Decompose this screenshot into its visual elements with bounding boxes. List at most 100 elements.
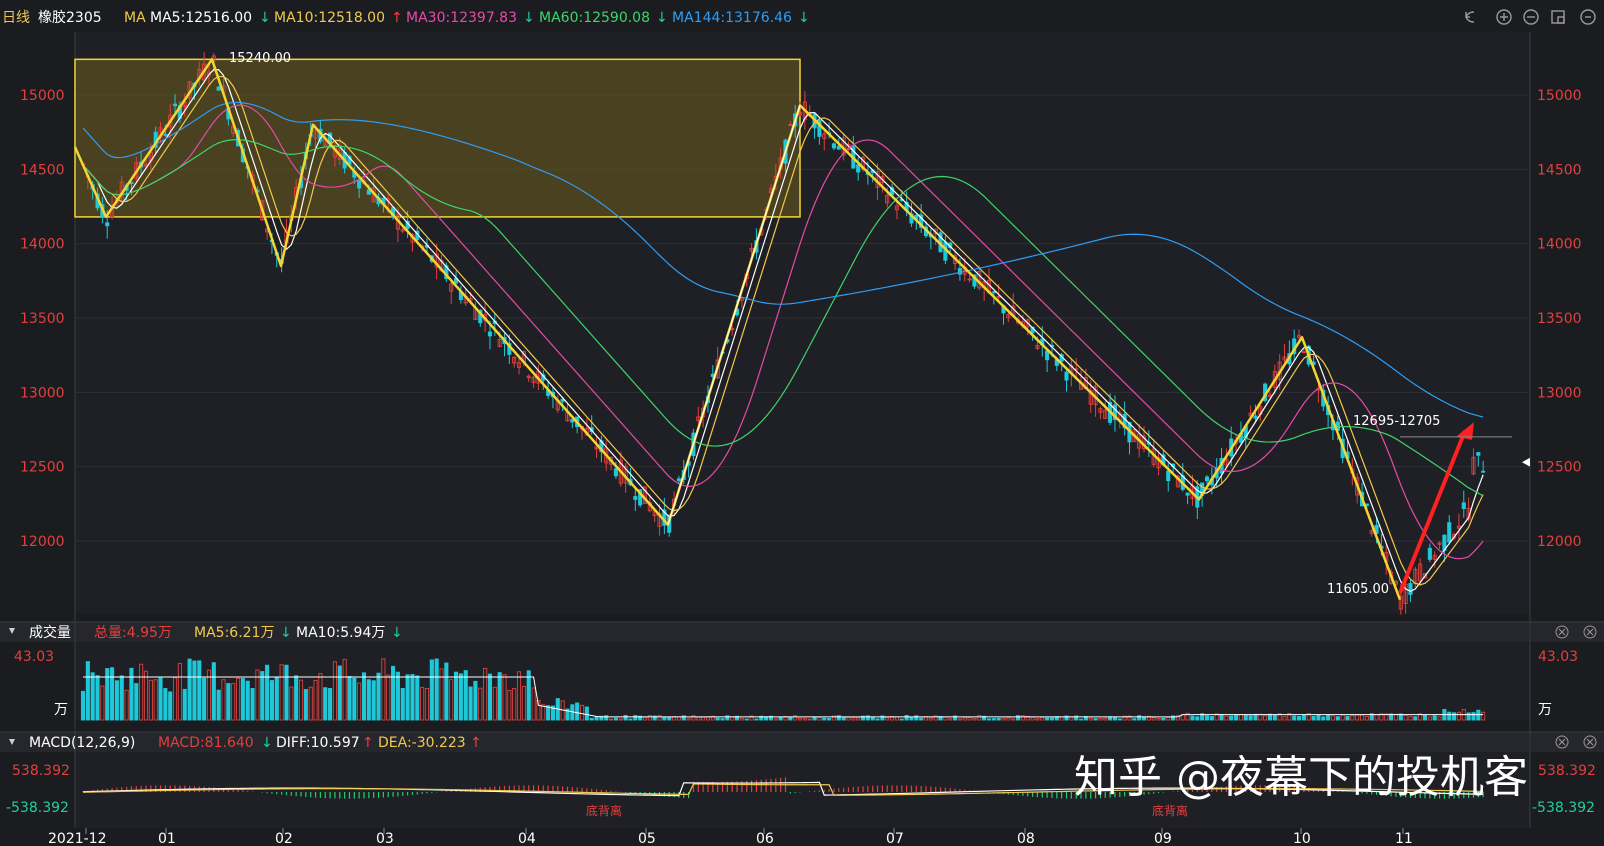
volume-bar	[95, 675, 100, 721]
volume-bar	[400, 688, 405, 721]
volume-bar	[1161, 717, 1166, 721]
volume-bar	[269, 680, 274, 721]
volume-bar	[1466, 712, 1471, 721]
watermark: 知乎 @夜幕下的投机客	[1074, 752, 1528, 803]
volume-bar	[434, 658, 439, 721]
candle-body	[1064, 371, 1069, 381]
volume-bar	[158, 677, 163, 721]
date-tick-label: 02	[275, 831, 293, 846]
candle-body	[1166, 470, 1171, 482]
symbol-label: 橡胶2305	[38, 9, 102, 26]
high-price-label: 15240.00	[229, 51, 291, 66]
volume-ma5-arrow: ↓	[280, 625, 292, 641]
volume-bar	[526, 670, 531, 721]
range-label: 12695-12705	[1353, 414, 1440, 429]
price-tick-label: 13500	[1537, 311, 1582, 327]
volume-bar	[1311, 715, 1316, 721]
volume-bar	[623, 715, 628, 721]
volume-bar	[1234, 714, 1239, 721]
volume-bar	[458, 673, 463, 721]
volume-bar	[274, 676, 279, 721]
volume-bar	[1132, 718, 1137, 721]
volume-bar	[904, 714, 909, 721]
volume-bar	[90, 672, 95, 721]
ma144-arrow: ↓	[798, 10, 810, 26]
volume-bar	[1209, 715, 1214, 721]
volume-bar	[875, 718, 880, 721]
kline-chart[interactable]: 日线 橡胶2305 MA MA5:12516.00 ↓ MA10:12518.0…	[0, 0, 1604, 846]
volume-bar	[1272, 715, 1277, 721]
price-tick-label: 13500	[20, 311, 65, 327]
volume-bar	[589, 717, 594, 721]
volume-bar	[187, 658, 192, 721]
volume-bar	[1253, 713, 1258, 721]
volume-bar	[1316, 714, 1321, 721]
price-tick-label: 14500	[20, 162, 65, 178]
volume-bar	[265, 664, 270, 721]
volume-bar	[410, 674, 415, 721]
chart-header: 日线 橡胶2305 MA MA5:12516.00 ↓ MA10:12518.0…	[2, 9, 810, 26]
volume-bar	[1301, 714, 1306, 721]
volume-bar	[391, 665, 396, 721]
volume-bar	[226, 683, 231, 721]
volume-max-right: 43.03	[1538, 649, 1578, 665]
volume-bar	[720, 718, 725, 721]
volume-bar	[284, 664, 289, 721]
volume-bar	[303, 689, 308, 721]
volume-bar	[822, 717, 827, 721]
candle-body	[163, 133, 168, 136]
date-tick-label: 2021-12	[48, 831, 107, 846]
volume-bar	[1219, 713, 1224, 721]
volume-ma5: MA5:6.21万	[194, 625, 274, 641]
volume-bar	[468, 686, 473, 721]
volume-bar	[85, 661, 90, 721]
volume-bar	[105, 668, 110, 721]
volume-bar	[192, 660, 197, 721]
candle-body	[836, 145, 841, 150]
consolidation-box	[74, 58, 801, 218]
candle-body	[1447, 522, 1452, 543]
volume-bar	[991, 718, 996, 721]
volume-bar	[134, 683, 139, 721]
volume-bar	[371, 680, 376, 721]
macd-arrow: ↓	[261, 735, 273, 751]
volume-bar	[429, 659, 434, 721]
volume-bar	[986, 718, 992, 721]
period-label[interactable]: 日线	[2, 10, 30, 26]
volume-bar	[323, 687, 328, 721]
ma10-arrow: ↑	[391, 10, 403, 26]
volume-title: 成交量	[29, 624, 71, 641]
dea-arrow: ↑	[470, 735, 482, 751]
price-tick-label: 12000	[1537, 534, 1582, 550]
diff-value: DIFF:10.597	[276, 735, 360, 751]
volume-ma10: MA10:5.94万	[296, 625, 385, 641]
macd-title: MACD(12,26,9)	[29, 735, 135, 751]
volume-bar	[395, 671, 400, 721]
ma10-legend: MA10:12518.00	[274, 10, 385, 26]
ma5-legend: MA5:12516.00	[150, 10, 252, 26]
volume-bar	[163, 688, 168, 721]
volume-bar	[778, 716, 783, 721]
volume-bar	[1292, 715, 1297, 721]
price-tick-label: 15000	[20, 88, 65, 104]
volume-bar	[1297, 715, 1302, 721]
date-tick-label: 09	[1154, 831, 1172, 846]
date-tick-label: 03	[376, 831, 394, 846]
volume-bar	[294, 675, 299, 721]
macd-bottom-right: -538.392	[1532, 800, 1595, 816]
volume-bar	[1432, 715, 1437, 721]
volume-bar	[216, 689, 221, 721]
volume-bar	[1243, 714, 1248, 721]
ma144-legend: MA144:13176.46	[672, 10, 792, 26]
volume-bar	[376, 672, 381, 721]
candle-body	[216, 86, 221, 91]
candle-body	[1045, 350, 1050, 361]
candle-body	[1461, 502, 1466, 509]
candle-body	[676, 478, 681, 482]
candle-body	[991, 291, 996, 294]
volume-bar	[1452, 712, 1457, 721]
volume-bar	[1447, 711, 1452, 721]
volume-bar	[1471, 712, 1476, 721]
candle-body	[357, 180, 362, 189]
volume-bar	[1248, 715, 1253, 721]
